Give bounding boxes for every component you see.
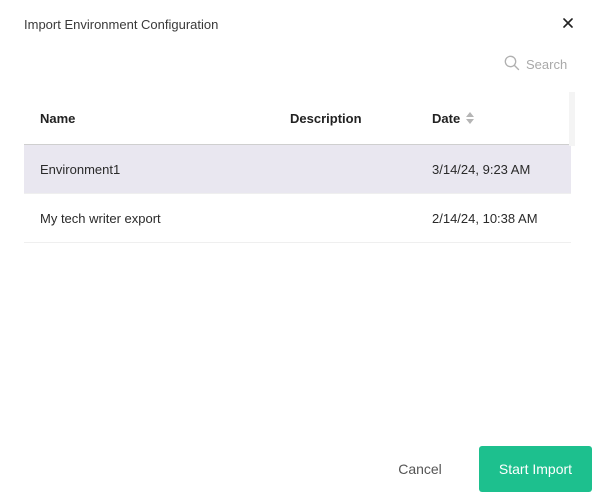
column-header-name[interactable]: Name — [24, 111, 274, 126]
table-row[interactable]: Environment1 3/14/24, 9:23 AM — [24, 145, 571, 194]
import-dialog: Import Environment Configuration Name De… — [0, 0, 600, 500]
table-header: Name Description Date — [24, 92, 571, 145]
sort-icon[interactable] — [466, 112, 475, 124]
close-icon[interactable] — [560, 15, 576, 31]
environment-table: Name Description Date Environment1 3/14/… — [24, 92, 571, 243]
search-icon — [504, 55, 520, 74]
row-date: 3/14/24, 9:23 AM — [432, 161, 531, 177]
row-name: Environment1 — [40, 161, 121, 177]
search-input[interactable] — [526, 57, 568, 72]
column-header-date-label: Date — [432, 110, 461, 126]
start-import-button[interactable]: Start Import — [479, 446, 592, 492]
search-box[interactable] — [504, 55, 568, 74]
column-header-date[interactable]: Date — [416, 111, 571, 126]
cancel-button[interactable]: Cancel — [384, 446, 456, 492]
dialog-title: Import Environment Configuration — [24, 17, 219, 32]
column-header-description[interactable]: Description — [274, 111, 416, 126]
table-row[interactable]: My tech writer export 2/14/24, 10:38 AM — [24, 194, 571, 243]
row-date: 2/14/24, 10:38 AM — [432, 210, 538, 226]
row-name: My tech writer export — [40, 210, 161, 226]
scrollbar[interactable] — [569, 92, 575, 146]
